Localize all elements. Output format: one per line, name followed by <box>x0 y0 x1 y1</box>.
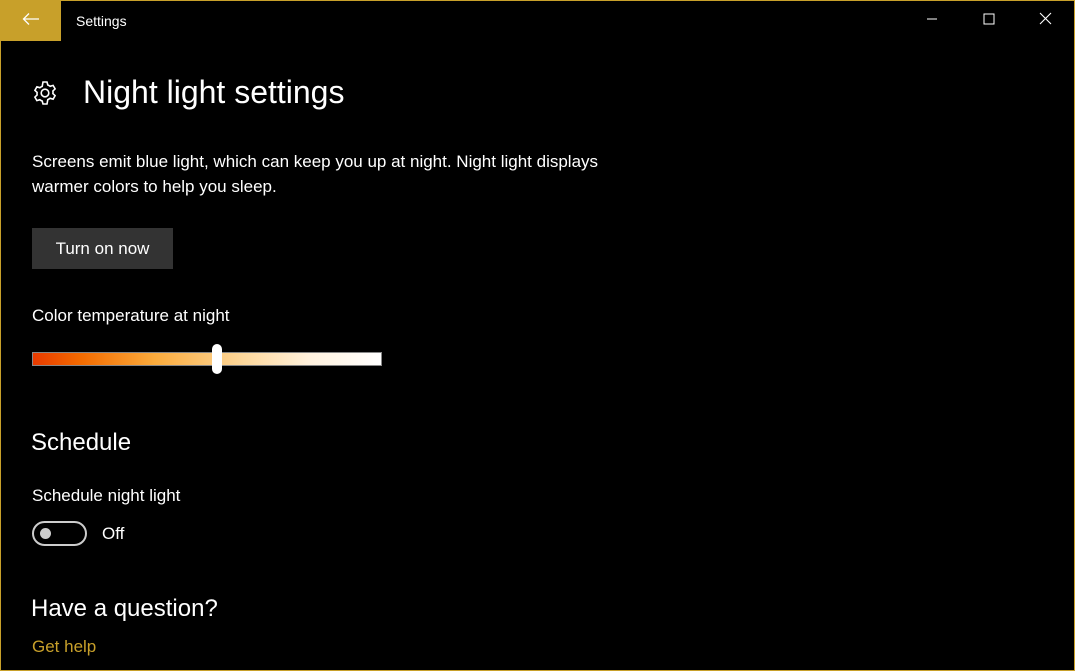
back-arrow-icon <box>22 12 40 31</box>
color-temperature-label: Color temperature at night <box>32 306 230 325</box>
color-temperature-slider-thumb[interactable] <box>212 344 222 374</box>
settings-window: Settings Night light settings Screens em… <box>0 0 1075 671</box>
toggle-state-text: Off <box>102 524 125 543</box>
night-light-description: Screens emit blue light, which can keep … <box>32 152 599 196</box>
page-title: Night light settings <box>83 74 345 110</box>
minimize-icon <box>926 12 938 30</box>
toggle-knob <box>40 528 51 539</box>
color-temperature-slider[interactable] <box>32 352 382 366</box>
app-title: Settings <box>76 13 127 29</box>
minimize-button[interactable] <box>903 1 960 41</box>
turn-on-now-button[interactable]: Turn on now <box>32 228 173 269</box>
close-button[interactable] <box>1017 1 1074 41</box>
title-bar: Settings <box>1 1 1074 41</box>
maximize-icon <box>983 12 995 30</box>
schedule-heading: Schedule <box>31 429 132 456</box>
schedule-night-light-label: Schedule night light <box>32 486 181 505</box>
close-icon <box>1039 12 1052 30</box>
get-help-link[interactable]: Get help <box>32 637 96 657</box>
have-a-question-heading: Have a question? <box>31 595 218 622</box>
back-button[interactable] <box>1 1 61 41</box>
maximize-button[interactable] <box>960 1 1017 41</box>
schedule-night-light-toggle[interactable] <box>32 521 87 546</box>
gear-icon <box>31 79 59 107</box>
